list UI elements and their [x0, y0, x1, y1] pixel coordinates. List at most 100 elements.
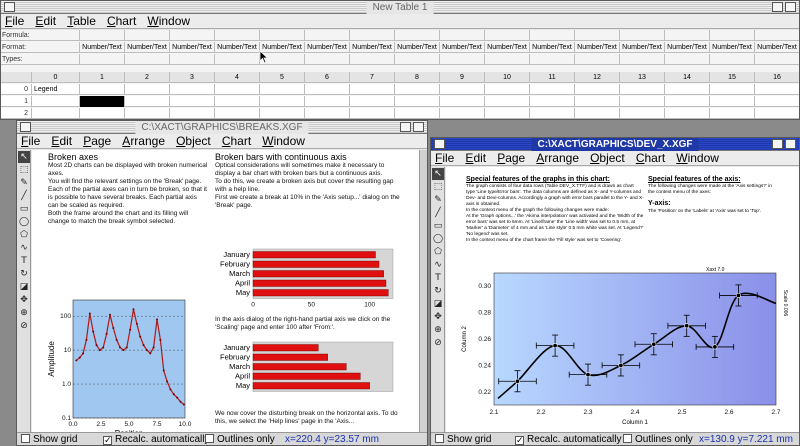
table-cell[interactable]: [31, 108, 79, 119]
ellipse-tool-icon[interactable]: ◯: [432, 233, 444, 245]
menu-chart[interactable]: Chart: [632, 151, 669, 166]
menu-file[interactable]: File: [1, 14, 28, 29]
cancel-tool-icon[interactable]: ⊘: [432, 337, 444, 349]
line-tool-icon[interactable]: ╱: [18, 190, 30, 202]
rect-tool-icon[interactable]: ▭: [432, 220, 444, 232]
format-cell[interactable]: Number/Text: [484, 42, 529, 53]
format-cell[interactable]: [304, 30, 349, 41]
format-cell[interactable]: [754, 54, 799, 65]
fill-tool-icon[interactable]: ◪: [18, 281, 30, 293]
table-cell[interactable]: [664, 108, 709, 119]
pen-tool-icon[interactable]: ✎: [432, 194, 444, 206]
format-cell[interactable]: [709, 30, 754, 41]
table-cell[interactable]: [79, 84, 124, 95]
format-cell[interactable]: Number/Text: [349, 42, 394, 53]
format-cell[interactable]: [619, 54, 664, 65]
amplitude-chart[interactable]: 0.11.0101000.02.55.07.510.0PositionAmpli…: [47, 290, 207, 433]
table-window-titlebar[interactable]: New Table 1: [1, 1, 799, 14]
format-cell[interactable]: Number/Text: [754, 42, 799, 53]
menu-page[interactable]: Page: [79, 134, 115, 149]
show-grid-checkbox[interactable]: Show grid: [435, 433, 491, 445]
format-cell[interactable]: [124, 30, 169, 41]
row-number[interactable]: 2: [1, 108, 31, 119]
table-cell[interactable]: [394, 84, 439, 95]
format-cell[interactable]: [349, 30, 394, 41]
table-cell[interactable]: [754, 84, 799, 95]
table-cell[interactable]: [31, 96, 79, 107]
column-header[interactable]: 11: [529, 72, 574, 83]
recalc-checkbox[interactable]: ✓ Recalc. automatically: [103, 433, 209, 445]
cancel-tool-icon[interactable]: ⊘: [18, 320, 30, 332]
table-cell[interactable]: [124, 108, 169, 119]
move-tool-icon[interactable]: ✥: [432, 311, 444, 323]
table-cell[interactable]: [259, 96, 304, 107]
format-cell[interactable]: [79, 30, 124, 41]
table-cell[interactable]: Legend: [31, 84, 79, 95]
table-cell[interactable]: [169, 108, 214, 119]
table-cell[interactable]: [394, 108, 439, 119]
table-cell[interactable]: [79, 108, 124, 119]
zoom-tool-icon[interactable]: ⊕: [18, 307, 30, 319]
table-cell[interactable]: [304, 108, 349, 119]
format-cell[interactable]: [439, 54, 484, 65]
column-header[interactable]: 5: [259, 72, 304, 83]
menu-object[interactable]: Object: [172, 134, 215, 149]
zoom-box-icon[interactable]: [400, 122, 411, 132]
table-cell[interactable]: [259, 108, 304, 119]
format-cell[interactable]: [754, 30, 799, 41]
column-header[interactable]: 13: [619, 72, 664, 83]
format-cell[interactable]: Number/Text: [664, 42, 709, 53]
select-tool-icon[interactable]: ⬚: [432, 181, 444, 193]
rotate-tool-icon[interactable]: ↻: [432, 285, 444, 297]
column-header[interactable]: 9: [439, 72, 484, 83]
table-cell[interactable]: [439, 108, 484, 119]
format-cell[interactable]: Number/Text: [124, 42, 169, 53]
menu-arrange[interactable]: Arrange: [532, 151, 583, 166]
table-cell[interactable]: [484, 108, 529, 119]
column-header[interactable]: 16: [754, 72, 799, 83]
zoom-tool-icon[interactable]: ⊕: [432, 324, 444, 336]
column-header[interactable]: 2: [124, 72, 169, 83]
format-cell[interactable]: Number/Text: [169, 42, 214, 53]
select-tool-icon[interactable]: ⬚: [18, 164, 30, 176]
ellipse-tool-icon[interactable]: ◯: [18, 216, 30, 228]
column-header[interactable]: 15: [709, 72, 754, 83]
collapse-box-icon[interactable]: [785, 139, 796, 149]
format-cell[interactable]: [484, 54, 529, 65]
menu-edit[interactable]: Edit: [461, 151, 490, 166]
error-bar-chart[interactable]: 0.22 0.24 0.26 0.28 0.30 2.1 2.2 2.3 2.4 2.5 2.6 2.…: [454, 263, 800, 431]
table-cell[interactable]: [124, 84, 169, 95]
recalc-checkbox[interactable]: ✓ Recalc. automatically: [515, 433, 621, 445]
format-cell[interactable]: Number/Text: [439, 42, 484, 53]
fill-tool-icon[interactable]: ◪: [432, 298, 444, 310]
table-cell[interactable]: [304, 84, 349, 95]
table-cell[interactable]: [529, 84, 574, 95]
close-box-icon[interactable]: [4, 2, 15, 12]
menu-window[interactable]: Window: [258, 134, 309, 149]
arrow-tool-icon[interactable]: ↖: [18, 151, 30, 163]
table-cell[interactable]: [619, 108, 664, 119]
format-cell[interactable]: Number/Text: [214, 42, 259, 53]
table-cell[interactable]: [664, 84, 709, 95]
format-cell[interactable]: [574, 54, 619, 65]
format-cell[interactable]: Number/Text: [79, 42, 124, 53]
table-cell[interactable]: [349, 108, 394, 119]
format-cell[interactable]: [214, 54, 259, 65]
row-number[interactable]: 1: [1, 96, 31, 107]
outlines-checkbox[interactable]: Outlines only: [623, 433, 693, 445]
bar-chart-broken-axis[interactable]: JanuaryFebruaryMarchAprilMay: [215, 340, 400, 398]
format-cell[interactable]: [529, 54, 574, 65]
format-cell[interactable]: [709, 54, 754, 65]
format-cell[interactable]: [79, 54, 124, 65]
format-cell[interactable]: Number/Text: [619, 42, 664, 53]
format-cell[interactable]: [664, 30, 709, 41]
vertical-scrollbar[interactable]: [419, 150, 427, 433]
table-cell[interactable]: [394, 96, 439, 107]
curve-tool-icon[interactable]: ∿: [18, 242, 30, 254]
column-header[interactable]: 10: [484, 72, 529, 83]
close-box-icon[interactable]: [20, 122, 31, 132]
table-cell[interactable]: [484, 96, 529, 107]
table-cell[interactable]: [349, 84, 394, 95]
table-cell[interactable]: [574, 84, 619, 95]
collapse-box-icon[interactable]: [413, 122, 424, 132]
